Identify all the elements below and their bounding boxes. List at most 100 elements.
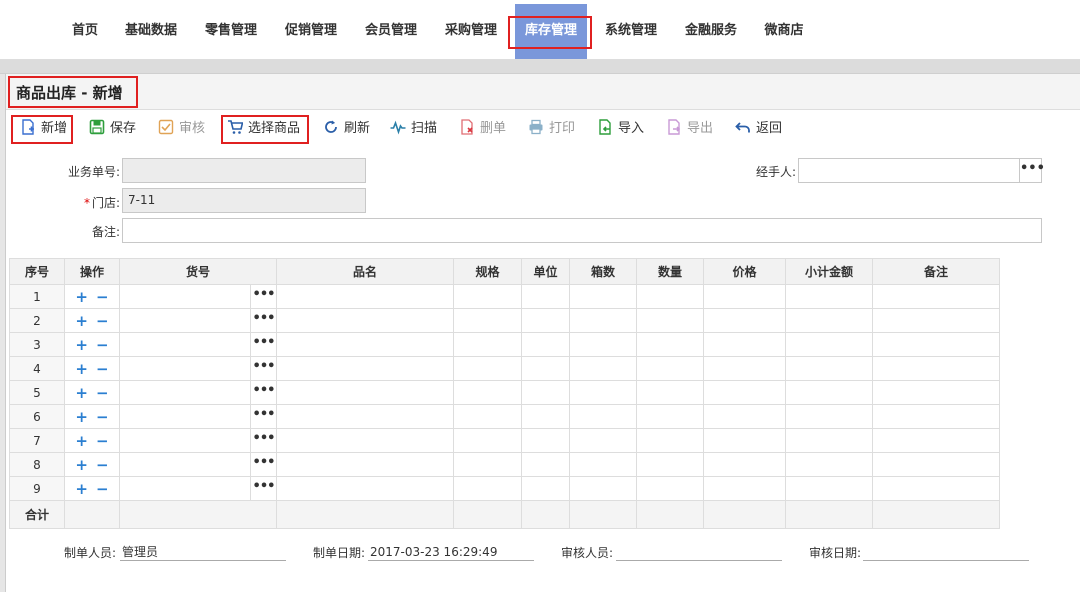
name-cell[interactable] [276,428,454,453]
spec-cell[interactable] [453,380,522,405]
export-button[interactable]: 导出 [666,117,713,141]
spec-cell[interactable] [453,356,522,381]
spec-cell[interactable] [453,404,522,429]
price-cell[interactable] [703,284,786,309]
price-cell[interactable] [703,380,786,405]
quantity-cell[interactable] [636,404,704,429]
code-cell[interactable]: ••• [119,308,277,333]
nav-retail[interactable]: 零售管理 [196,0,266,60]
remove-row-icon[interactable]: − [96,384,109,402]
code-cell[interactable]: ••• [119,404,277,429]
unit-cell[interactable] [521,428,570,453]
select-goods-button[interactable]: 选择商品 [227,117,300,141]
code-picker-button[interactable]: ••• [250,333,276,356]
quantity-cell[interactable] [636,356,704,381]
boxes-cell[interactable] [569,404,637,429]
remark-cell[interactable] [872,284,1000,309]
name-cell[interactable] [276,308,454,333]
delete-button[interactable]: 删单 [459,117,506,141]
audit-button[interactable]: 审核 [158,117,205,141]
nav-system[interactable]: 系统管理 [596,0,666,60]
code-picker-button[interactable]: ••• [250,429,276,452]
unit-cell[interactable] [521,284,570,309]
import-button[interactable]: 导入 [597,117,644,141]
boxes-cell[interactable] [569,428,637,453]
nav-finance[interactable]: 金融服务 [676,0,746,60]
spec-cell[interactable] [453,284,522,309]
unit-cell[interactable] [521,308,570,333]
remove-row-icon[interactable]: − [96,312,109,330]
remark-cell[interactable] [872,476,1000,501]
price-cell[interactable] [703,452,786,477]
remove-row-icon[interactable]: − [96,456,109,474]
nav-promotion[interactable]: 促销管理 [276,0,346,60]
name-cell[interactable] [276,332,454,357]
nav-micro-store[interactable]: 微商店 [756,0,812,60]
price-cell[interactable] [703,404,786,429]
back-button[interactable]: 返回 [735,117,782,141]
note-field[interactable] [122,218,1042,243]
nav-inventory[interactable]: 库存管理 [515,4,587,59]
add-row-icon[interactable]: + [75,432,88,450]
quantity-cell[interactable] [636,428,704,453]
scan-button[interactable]: 扫描 [390,117,437,141]
price-cell[interactable] [703,308,786,333]
add-row-icon[interactable]: + [75,480,88,498]
code-picker-button[interactable]: ••• [250,477,276,500]
add-row-icon[interactable]: + [75,312,88,330]
unit-cell[interactable] [521,476,570,501]
remark-cell[interactable] [872,332,1000,357]
spec-cell[interactable] [453,428,522,453]
refresh-button[interactable]: 刷新 [323,117,370,141]
remark-cell[interactable] [872,380,1000,405]
code-cell[interactable]: ••• [119,476,277,501]
spec-cell[interactable] [453,452,522,477]
unit-cell[interactable] [521,380,570,405]
handler-picker-button[interactable]: ••• [1019,158,1045,183]
remove-row-icon[interactable]: − [96,336,109,354]
order-no-field[interactable] [122,158,366,183]
remove-row-icon[interactable]: − [96,480,109,498]
code-cell[interactable]: ••• [119,428,277,453]
remark-cell[interactable] [872,308,1000,333]
remark-cell[interactable] [872,404,1000,429]
quantity-cell[interactable] [636,476,704,501]
unit-cell[interactable] [521,452,570,477]
name-cell[interactable] [276,476,454,501]
name-cell[interactable] [276,380,454,405]
add-row-icon[interactable]: + [75,384,88,402]
remove-row-icon[interactable]: − [96,432,109,450]
code-cell[interactable]: ••• [119,356,277,381]
boxes-cell[interactable] [569,356,637,381]
unit-cell[interactable] [521,332,570,357]
remove-row-icon[interactable]: − [96,288,109,306]
store-field[interactable]: 7-11 [122,188,366,213]
code-cell[interactable]: ••• [119,332,277,357]
name-cell[interactable] [276,404,454,429]
add-row-icon[interactable]: + [75,336,88,354]
add-row-icon[interactable]: + [75,288,88,306]
boxes-cell[interactable] [569,332,637,357]
code-picker-button[interactable]: ••• [250,453,276,476]
quantity-cell[interactable] [636,452,704,477]
name-cell[interactable] [276,284,454,309]
unit-cell[interactable] [521,356,570,381]
add-row-icon[interactable]: + [75,360,88,378]
nav-home[interactable]: 首页 [62,0,108,60]
code-picker-button[interactable]: ••• [250,357,276,380]
code-cell[interactable]: ••• [119,380,277,405]
price-cell[interactable] [703,428,786,453]
handler-field[interactable] [798,158,1020,183]
spec-cell[interactable] [453,332,522,357]
nav-basic-data[interactable]: 基础数据 [116,0,186,60]
save-button[interactable]: 保存 [89,117,136,141]
code-picker-button[interactable]: ••• [250,381,276,404]
quantity-cell[interactable] [636,380,704,405]
boxes-cell[interactable] [569,308,637,333]
remove-row-icon[interactable]: − [96,360,109,378]
nav-member[interactable]: 会员管理 [356,0,426,60]
code-picker-button[interactable]: ••• [250,405,276,428]
print-button[interactable]: 打印 [528,117,575,141]
add-row-icon[interactable]: + [75,456,88,474]
quantity-cell[interactable] [636,284,704,309]
